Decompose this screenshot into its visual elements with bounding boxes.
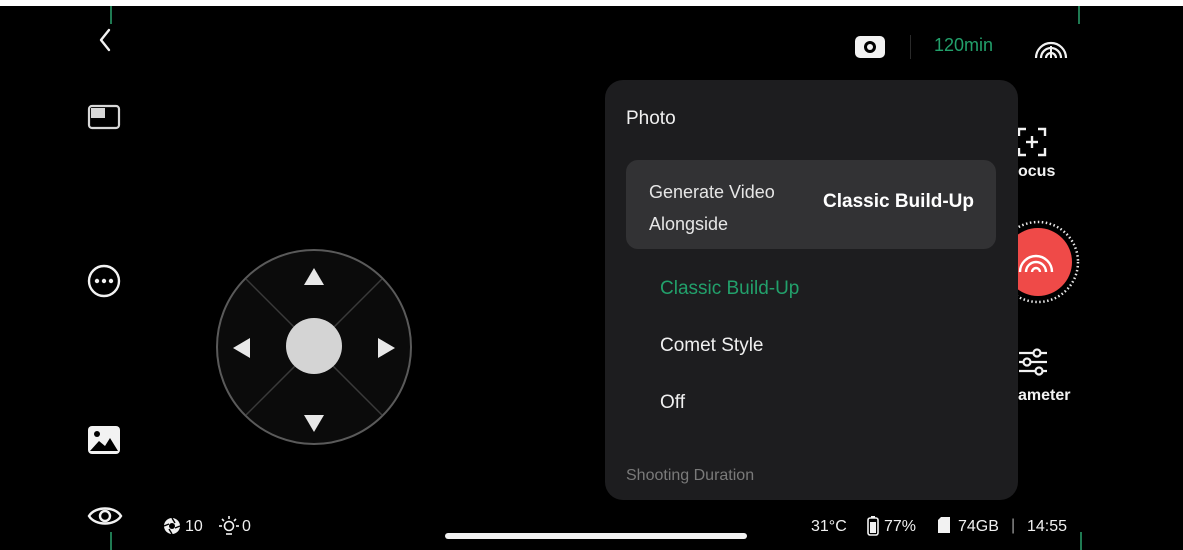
signal-icon[interactable] — [1031, 33, 1071, 61]
frame-corner-top-right — [1056, 6, 1080, 24]
frame-corner-bottom-left — [110, 532, 134, 550]
home-indicator[interactable] — [445, 533, 747, 539]
joystick-knob[interactable] — [286, 318, 342, 374]
shooting-duration-label[interactable]: Shooting Duration — [626, 467, 754, 485]
parameter-label: ameter — [1018, 387, 1071, 404]
focus-icon[interactable] — [1015, 125, 1049, 159]
top-divider — [910, 35, 911, 59]
back-icon[interactable] — [92, 24, 118, 56]
frame-corner-top-left — [110, 6, 134, 24]
layout-icon[interactable] — [86, 102, 122, 132]
arrow-left-icon[interactable] — [230, 336, 252, 360]
arrow-down-icon[interactable] — [302, 413, 326, 435]
battery-icon — [866, 515, 880, 537]
storage-remaining: 74GB — [958, 518, 999, 535]
light-value: 0 — [242, 518, 251, 535]
clock-time: 14:55 — [1027, 518, 1068, 535]
setting-label-line1: Generate Video — [649, 182, 775, 202]
sd-card-icon — [936, 515, 952, 535]
camera-screen: 120min ocus ameter Photo Generate Video … — [0, 6, 1183, 550]
status-separator: | — [1011, 517, 1016, 534]
focus-label: ocus — [1018, 163, 1056, 180]
remaining-time: 120min — [934, 35, 994, 55]
light-icon — [218, 515, 240, 537]
option-classic-build-up[interactable]: Classic Build-Up — [660, 278, 799, 300]
aperture-value: 10 — [185, 518, 203, 535]
arrow-up-icon[interactable] — [302, 265, 326, 287]
eye-icon[interactable] — [86, 501, 124, 531]
gallery-icon[interactable] — [86, 424, 122, 456]
aperture-icon — [162, 516, 182, 536]
arrow-right-icon[interactable] — [376, 336, 398, 360]
battery-level: 77% — [884, 518, 917, 535]
parameter-icon[interactable] — [1016, 346, 1050, 378]
camera-mode-icon[interactable] — [853, 34, 887, 60]
setting-value: Classic Build-Up — [823, 191, 974, 212]
option-comet-style[interactable]: Comet Style — [660, 335, 763, 357]
setting-label-line2: Alongside — [649, 214, 729, 234]
joystick[interactable] — [214, 247, 414, 447]
photo-settings-panel: Photo Generate Video Alongside Classic B… — [605, 80, 1018, 500]
panel-title: Photo — [626, 108, 676, 129]
option-off[interactable]: Off — [660, 392, 685, 414]
setting-label: Generate Video Alongside — [649, 176, 819, 240]
more-icon[interactable] — [85, 262, 123, 300]
generate-video-setting[interactable]: Generate Video Alongside Classic Build-U… — [626, 160, 996, 249]
temperature: 31°C — [811, 518, 847, 535]
